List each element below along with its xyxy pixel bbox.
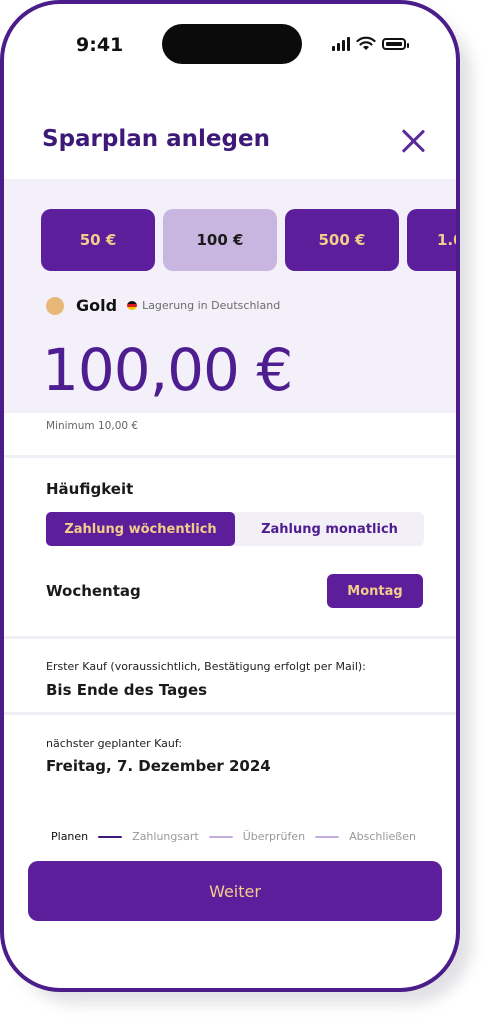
next-purchase-label: nächster geplanter Kauf: [46,737,183,750]
step-abschliessen: Abschließen [349,830,416,843]
status-time: 9:41 [76,34,124,56]
step-zahlungsart: Zahlungsart [132,830,199,843]
first-purchase-value: Bis Ende des Tages [46,681,208,699]
step-connector [98,835,123,838]
frequency-label: Häufigkeit [46,480,134,498]
amount-chip-100[interactable]: 100 € [163,209,277,271]
amount-chip-1000[interactable]: 1.0 [407,209,456,271]
amount-chip-500[interactable]: 500 € [285,209,399,271]
page-title: Sparplan anlegen [42,126,270,152]
monthly-option[interactable]: Zahlung monatlich [235,512,424,546]
next-purchase-value: Freitag, 7. Dezember 2024 [46,757,271,775]
phone-frame: 9:41 Sparplan anlegen 50 € 100 € 500 € 1… [0,0,460,992]
frequency-toggle: Zahlung wöchentlich Zahlung monatlich [46,512,424,546]
divider [4,712,456,715]
dynamic-island [162,24,302,64]
step-connector [315,835,340,838]
minimum-hint: Minimum 10,00 € [46,420,139,432]
weekday-label: Wochentag [46,582,141,600]
signal-icon [332,37,350,51]
progress-stepper: Planen Zahlungsart Überprüfen Abschließe… [51,830,416,843]
divider [4,636,456,639]
battery-icon [382,38,409,50]
germany-flag-icon [127,301,138,310]
amount-chip-50[interactable]: 50 € [41,209,155,271]
step-connector [208,835,233,838]
gold-coin-icon [46,296,64,315]
weekday-select-button[interactable]: Montag [327,574,423,608]
continue-button[interactable]: Weiter [28,861,442,921]
metal-row: Gold Lagerung in Deutschland [46,296,280,315]
amount-chips: 50 € 100 € 500 € 1.0 [41,209,456,271]
step-ueberpruefen: Überprüfen [242,830,306,843]
storage-label: Lagerung in Deutschland [142,299,281,312]
wifi-icon [356,36,376,50]
step-planen: Planen [51,830,89,843]
app-screen: 9:41 Sparplan anlegen 50 € 100 € 500 € 1… [4,4,456,988]
close-icon[interactable] [398,126,428,156]
first-purchase-label: Erster Kauf (voraussichtlich, Bestätigun… [46,660,366,673]
divider [4,455,456,458]
status-icons [332,34,409,54]
weekly-option[interactable]: Zahlung wöchentlich [46,512,235,546]
amount-value[interactable]: 100,00 € [42,336,293,404]
metal-name: Gold [76,296,118,315]
